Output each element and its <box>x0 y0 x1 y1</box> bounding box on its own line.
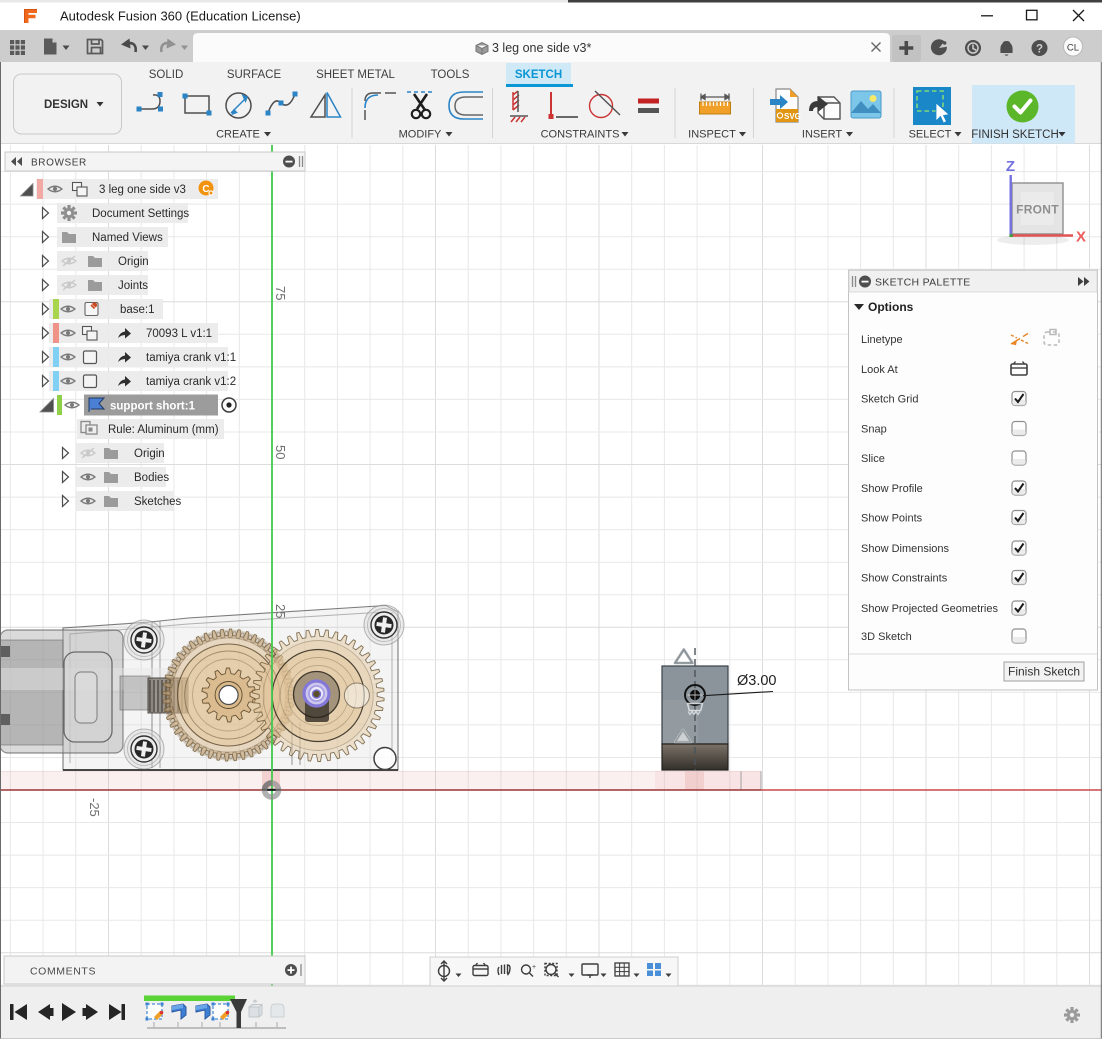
svg-text:Show Projected Geometries: Show Projected Geometries <box>861 603 998 615</box>
svg-text:tamiya crank v1:1: tamiya crank v1:1 <box>146 352 236 364</box>
svg-text:3 leg one side v3: 3 leg one side v3 <box>99 184 186 196</box>
svg-text:DESIGN: DESIGN <box>44 99 88 111</box>
svg-text:tamiya crank v1:2: tamiya crank v1:2 <box>146 376 236 388</box>
svg-text:support short:1: support short:1 <box>110 401 196 413</box>
svg-text:Autodesk Fusion 360 (Education: Autodesk Fusion 360 (Education License) <box>60 9 301 24</box>
svg-text:Linetype: Linetype <box>861 334 903 346</box>
svg-text:SKETCH PALETTE: SKETCH PALETTE <box>875 277 971 289</box>
svg-text:base:1: base:1 <box>120 304 155 316</box>
svg-text:MODIFY: MODIFY <box>399 129 442 141</box>
svg-text:Finish Sketch: Finish Sketch <box>1008 665 1080 679</box>
svg-text:+: + <box>532 964 536 971</box>
svg-text:Slice: Slice <box>861 453 885 465</box>
svg-text:Rule: Aluminum (mm): Rule: Aluminum (mm) <box>108 424 219 436</box>
svg-text:3D Sketch: 3D Sketch <box>861 631 912 643</box>
svg-text:50: 50 <box>273 445 288 459</box>
svg-text:Z: Z <box>1006 158 1015 175</box>
svg-text:SURFACE: SURFACE <box>227 69 282 81</box>
svg-text:Bodies: Bodies <box>134 472 169 484</box>
svg-text:FINISH SKETCH: FINISH SKETCH <box>971 129 1059 141</box>
svg-text:INSPECT: INSPECT <box>688 129 736 141</box>
svg-text:Origin: Origin <box>118 256 149 268</box>
svg-text:Sketch Grid: Sketch Grid <box>861 394 918 406</box>
svg-text:75: 75 <box>273 286 288 300</box>
svg-text:-25: -25 <box>87 798 102 817</box>
svg-text:INSERT: INSERT <box>802 129 842 141</box>
svg-text:Named Views: Named Views <box>92 232 163 244</box>
svg-text:70093 L v1:1: 70093 L v1:1 <box>146 328 212 340</box>
svg-text:COMMENTS: COMMENTS <box>30 966 96 978</box>
svg-text:Snap: Snap <box>861 424 887 436</box>
svg-text:Ø3.00: Ø3.00 <box>737 673 777 689</box>
svg-text:Look At: Look At <box>861 364 898 376</box>
svg-text:SVG: SVG <box>784 112 801 121</box>
svg-text:Show Points: Show Points <box>861 513 923 525</box>
svg-text:CONSTRAINTS: CONSTRAINTS <box>541 129 620 141</box>
svg-text:FRONT: FRONT <box>1016 203 1059 217</box>
svg-text:CREATE: CREATE <box>216 129 260 141</box>
svg-text:SKETCH: SKETCH <box>515 69 562 81</box>
svg-text:Sketches: Sketches <box>134 496 182 508</box>
svg-text:SHEET METAL: SHEET METAL <box>316 69 395 81</box>
svg-text:Document Settings: Document Settings <box>92 208 189 220</box>
svg-text:X: X <box>1076 229 1086 246</box>
svg-text:3 leg one side v3*: 3 leg one side v3* <box>492 41 592 55</box>
svg-text:Origin: Origin <box>134 448 165 460</box>
svg-text:Joints: Joints <box>118 280 148 292</box>
svg-text:SOLID: SOLID <box>149 69 184 81</box>
svg-text:Show Dimensions: Show Dimensions <box>861 543 950 555</box>
svg-text:25: 25 <box>273 604 288 618</box>
svg-text:?: ? <box>1036 44 1043 56</box>
svg-text:Show Constraints: Show Constraints <box>861 573 948 585</box>
svg-text:TOOLS: TOOLS <box>431 69 470 81</box>
svg-text:SELECT: SELECT <box>909 129 952 141</box>
svg-text:Show Profile: Show Profile <box>861 483 923 495</box>
svg-text:CL: CL <box>1067 43 1079 54</box>
svg-text:Options: Options <box>868 300 914 314</box>
svg-text:BROWSER: BROWSER <box>31 158 87 169</box>
